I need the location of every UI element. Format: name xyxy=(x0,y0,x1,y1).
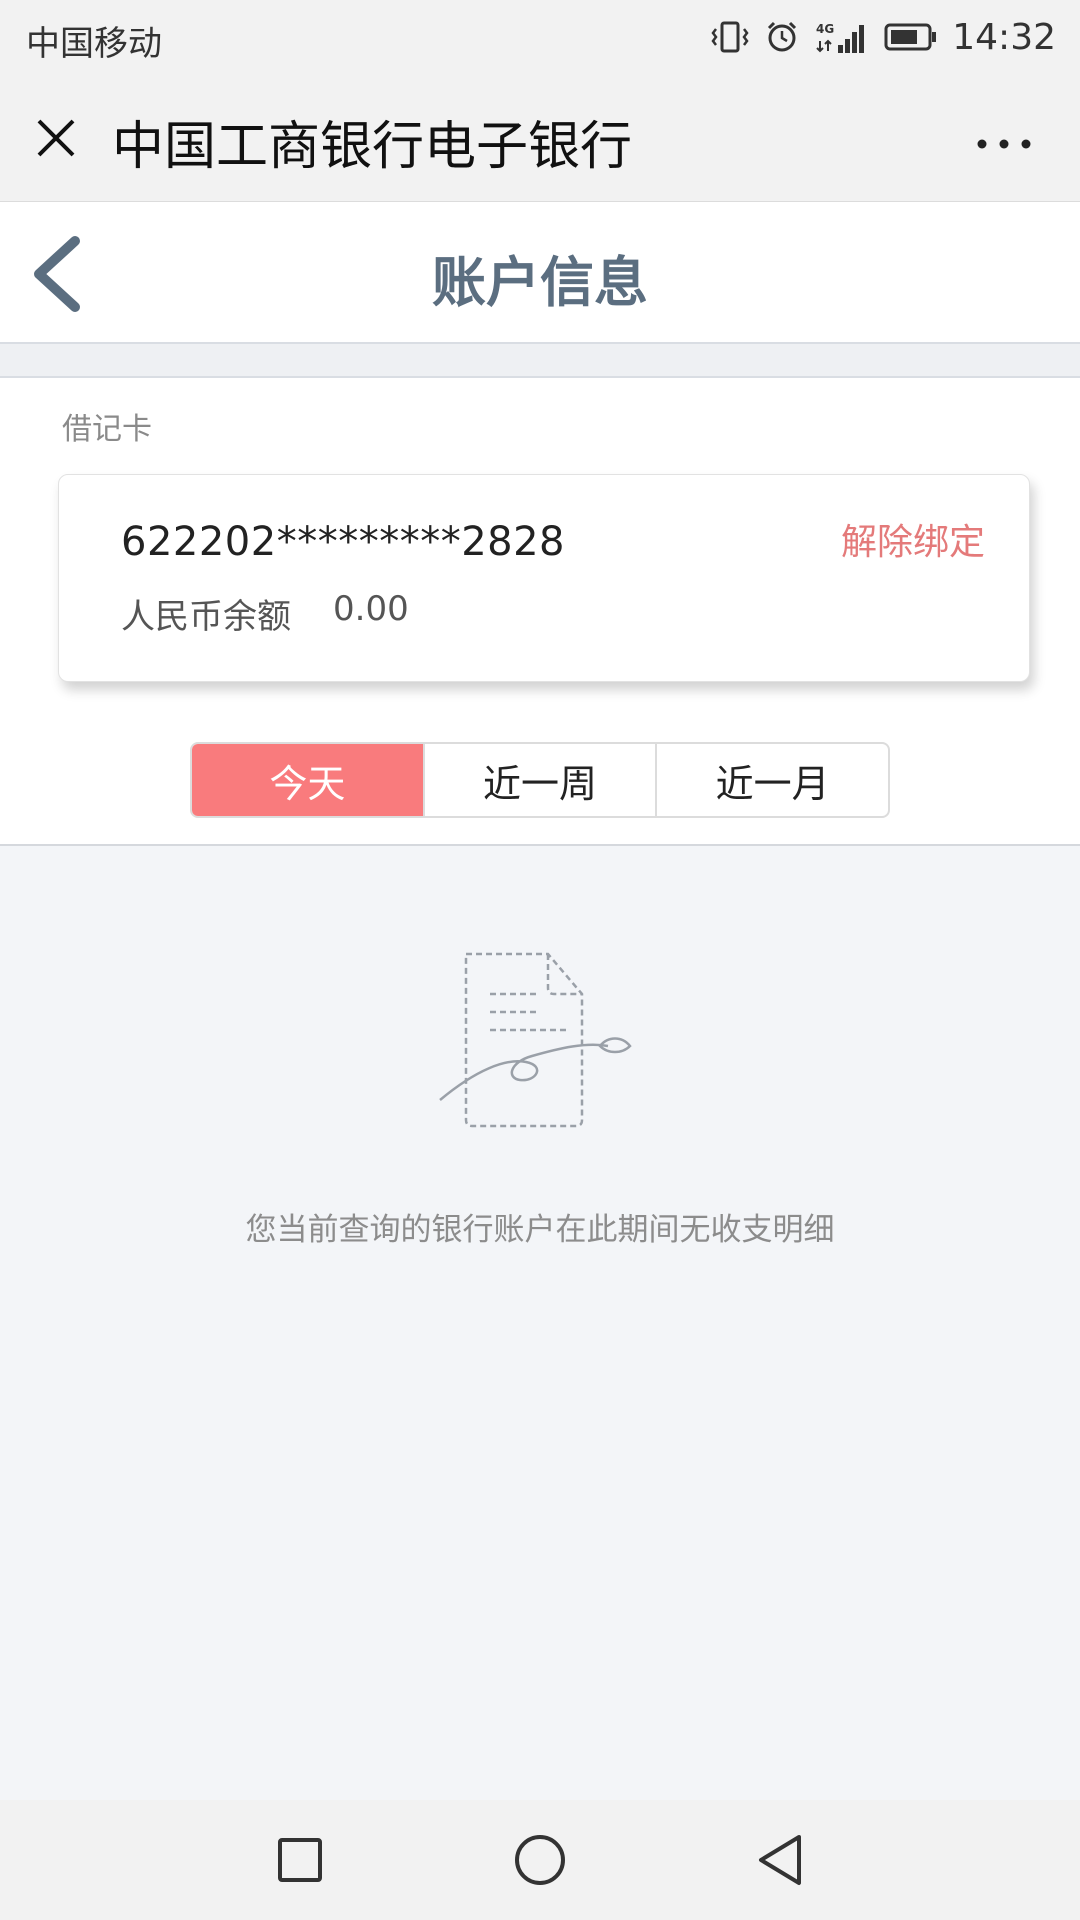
clock: 14:32 xyxy=(952,16,1056,58)
triangle-back-icon xyxy=(759,1835,801,1885)
tab-last-week[interactable]: 近一周 xyxy=(425,744,658,816)
home-button[interactable] xyxy=(508,1828,572,1892)
period-tabs: 今天 近一周 近一月 xyxy=(190,742,890,818)
recent-apps-button[interactable] xyxy=(268,1828,332,1892)
square-icon xyxy=(278,1838,322,1882)
page-header: 账户信息 xyxy=(0,202,1080,344)
status-bar: 中国移动 4G 14:32 xyxy=(0,0,1080,74)
empty-state-message: 您当前查询的银行账户在此期间无收支明细 xyxy=(245,1212,835,1248)
battery-icon xyxy=(884,22,938,52)
balance-label: 人民币余额 xyxy=(121,597,291,637)
empty-document-icon xyxy=(436,950,646,1136)
card-number: 622202*********2828 xyxy=(121,519,565,565)
tab-today[interactable]: 今天 xyxy=(192,744,425,816)
close-icon xyxy=(37,119,75,157)
vibrate-icon xyxy=(710,19,750,55)
more-button[interactable] xyxy=(968,114,1040,174)
divider-band xyxy=(0,344,1080,378)
balance-row: 人民币余额 0.00 xyxy=(121,589,409,638)
carrier-name: 中国移动 xyxy=(26,24,162,64)
account-card: 622202*********2828 解除绑定 人民币余额 0.00 xyxy=(58,474,1030,682)
system-nav-bar xyxy=(0,1800,1080,1920)
circle-icon xyxy=(515,1835,565,1885)
unbind-button[interactable]: 解除绑定 xyxy=(841,513,985,565)
alarm-icon xyxy=(764,19,800,55)
app-title: 中国工商银行电子银行 xyxy=(112,117,633,177)
close-button[interactable] xyxy=(28,110,84,166)
svg-text:4G: 4G xyxy=(816,22,834,36)
status-icons: 4G 14:32 xyxy=(710,14,1056,60)
card-type-label: 借记卡 xyxy=(62,412,152,447)
balance-value: 0.00 xyxy=(333,589,409,629)
page-title: 账户信息 xyxy=(432,251,648,314)
more-icon xyxy=(977,139,1031,149)
browser-titlebar: 中国工商银行电子银行 xyxy=(0,74,1080,202)
tab-last-month[interactable]: 近一月 xyxy=(657,744,888,816)
account-card-section: 借记卡 622202*********2828 解除绑定 人民币余额 0.00 … xyxy=(0,378,1080,846)
back-nav-button[interactable] xyxy=(748,1828,812,1892)
signal-4g-icon: 4G xyxy=(814,19,870,55)
